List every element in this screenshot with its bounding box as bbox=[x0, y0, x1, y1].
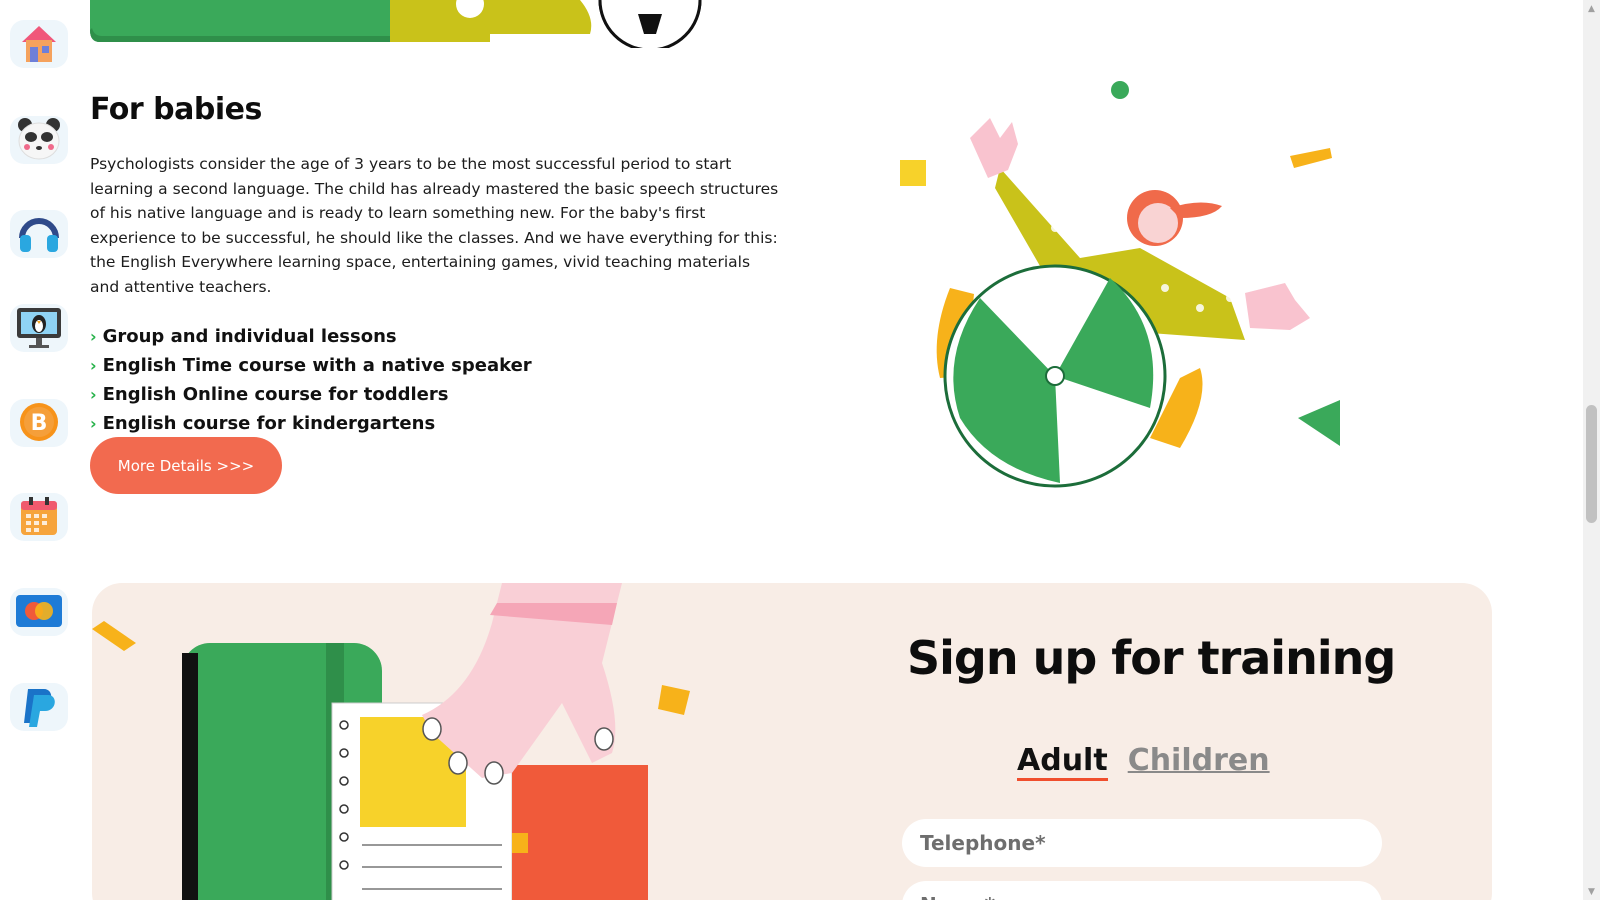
side-icon-rail: B bbox=[0, 0, 80, 900]
crypto-link[interactable]: B bbox=[8, 391, 70, 453]
bitcoin-icon: B bbox=[20, 403, 58, 441]
panda-icon bbox=[18, 118, 60, 160]
babies-feature-list: › Group and individual lessons › English T… bbox=[90, 322, 532, 438]
babies-description: Psychologists consider the age of 3 year… bbox=[90, 155, 779, 296]
feature-label: English Time course with a native speake… bbox=[102, 355, 532, 376]
signup-panel: Sign up for training Adult Children bbox=[92, 583, 1492, 900]
home-icon bbox=[22, 26, 56, 62]
scroll-thumb[interactable] bbox=[1586, 405, 1597, 523]
feature-label: Group and individual lessons bbox=[102, 326, 397, 347]
monitor-penguin-icon bbox=[17, 308, 61, 348]
home-link[interactable] bbox=[8, 12, 70, 74]
feature-item: › English Online course for toddlers bbox=[90, 380, 532, 409]
paypal-icon bbox=[24, 689, 55, 727]
feature-label: English course for kindergartens bbox=[102, 413, 436, 434]
headphones-icon bbox=[19, 218, 59, 252]
name-input[interactable] bbox=[902, 881, 1382, 900]
panda-link[interactable] bbox=[8, 108, 70, 170]
chevron-right-icon: › bbox=[90, 414, 97, 433]
baby-ball-illustration bbox=[900, 81, 1340, 488]
feature-item: › English course for kindergartens bbox=[90, 409, 532, 438]
audio-link[interactable] bbox=[8, 202, 70, 264]
schedule-link[interactable] bbox=[8, 485, 70, 547]
scroll-up-arrow-icon[interactable]: ▲ bbox=[1583, 0, 1600, 17]
chevron-right-icon: › bbox=[90, 385, 97, 404]
scroll-down-arrow-icon[interactable]: ▼ bbox=[1583, 883, 1600, 900]
calendar-icon bbox=[21, 497, 57, 535]
chevron-right-icon: › bbox=[90, 356, 97, 375]
vertical-scrollbar[interactable]: ▲ ▼ bbox=[1583, 0, 1600, 900]
top-illustration bbox=[90, 0, 702, 48]
svg-text:B: B bbox=[31, 411, 48, 436]
tab-adult[interactable]: Adult bbox=[1017, 743, 1108, 781]
paypal-link[interactable] bbox=[8, 675, 70, 737]
more-details-button[interactable]: More Details >>> bbox=[90, 437, 282, 494]
mastercard-icon bbox=[16, 595, 62, 627]
card-payment-link[interactable] bbox=[8, 580, 70, 642]
feature-label: English Online course for toddlers bbox=[102, 384, 449, 405]
feature-item: › English Time course with a native speak… bbox=[90, 351, 532, 380]
tab-children[interactable]: Children bbox=[1128, 743, 1270, 781]
chevron-right-icon: › bbox=[90, 327, 97, 346]
feature-item: › Group and individual lessons bbox=[90, 322, 532, 351]
books-hand-illustration bbox=[92, 583, 690, 900]
online-link[interactable] bbox=[8, 296, 70, 358]
babies-title: For babies bbox=[90, 92, 262, 127]
signup-title: Sign up for training bbox=[907, 631, 1396, 685]
audience-tabs: Adult Children bbox=[1017, 743, 1270, 781]
telephone-input[interactable] bbox=[902, 819, 1382, 867]
